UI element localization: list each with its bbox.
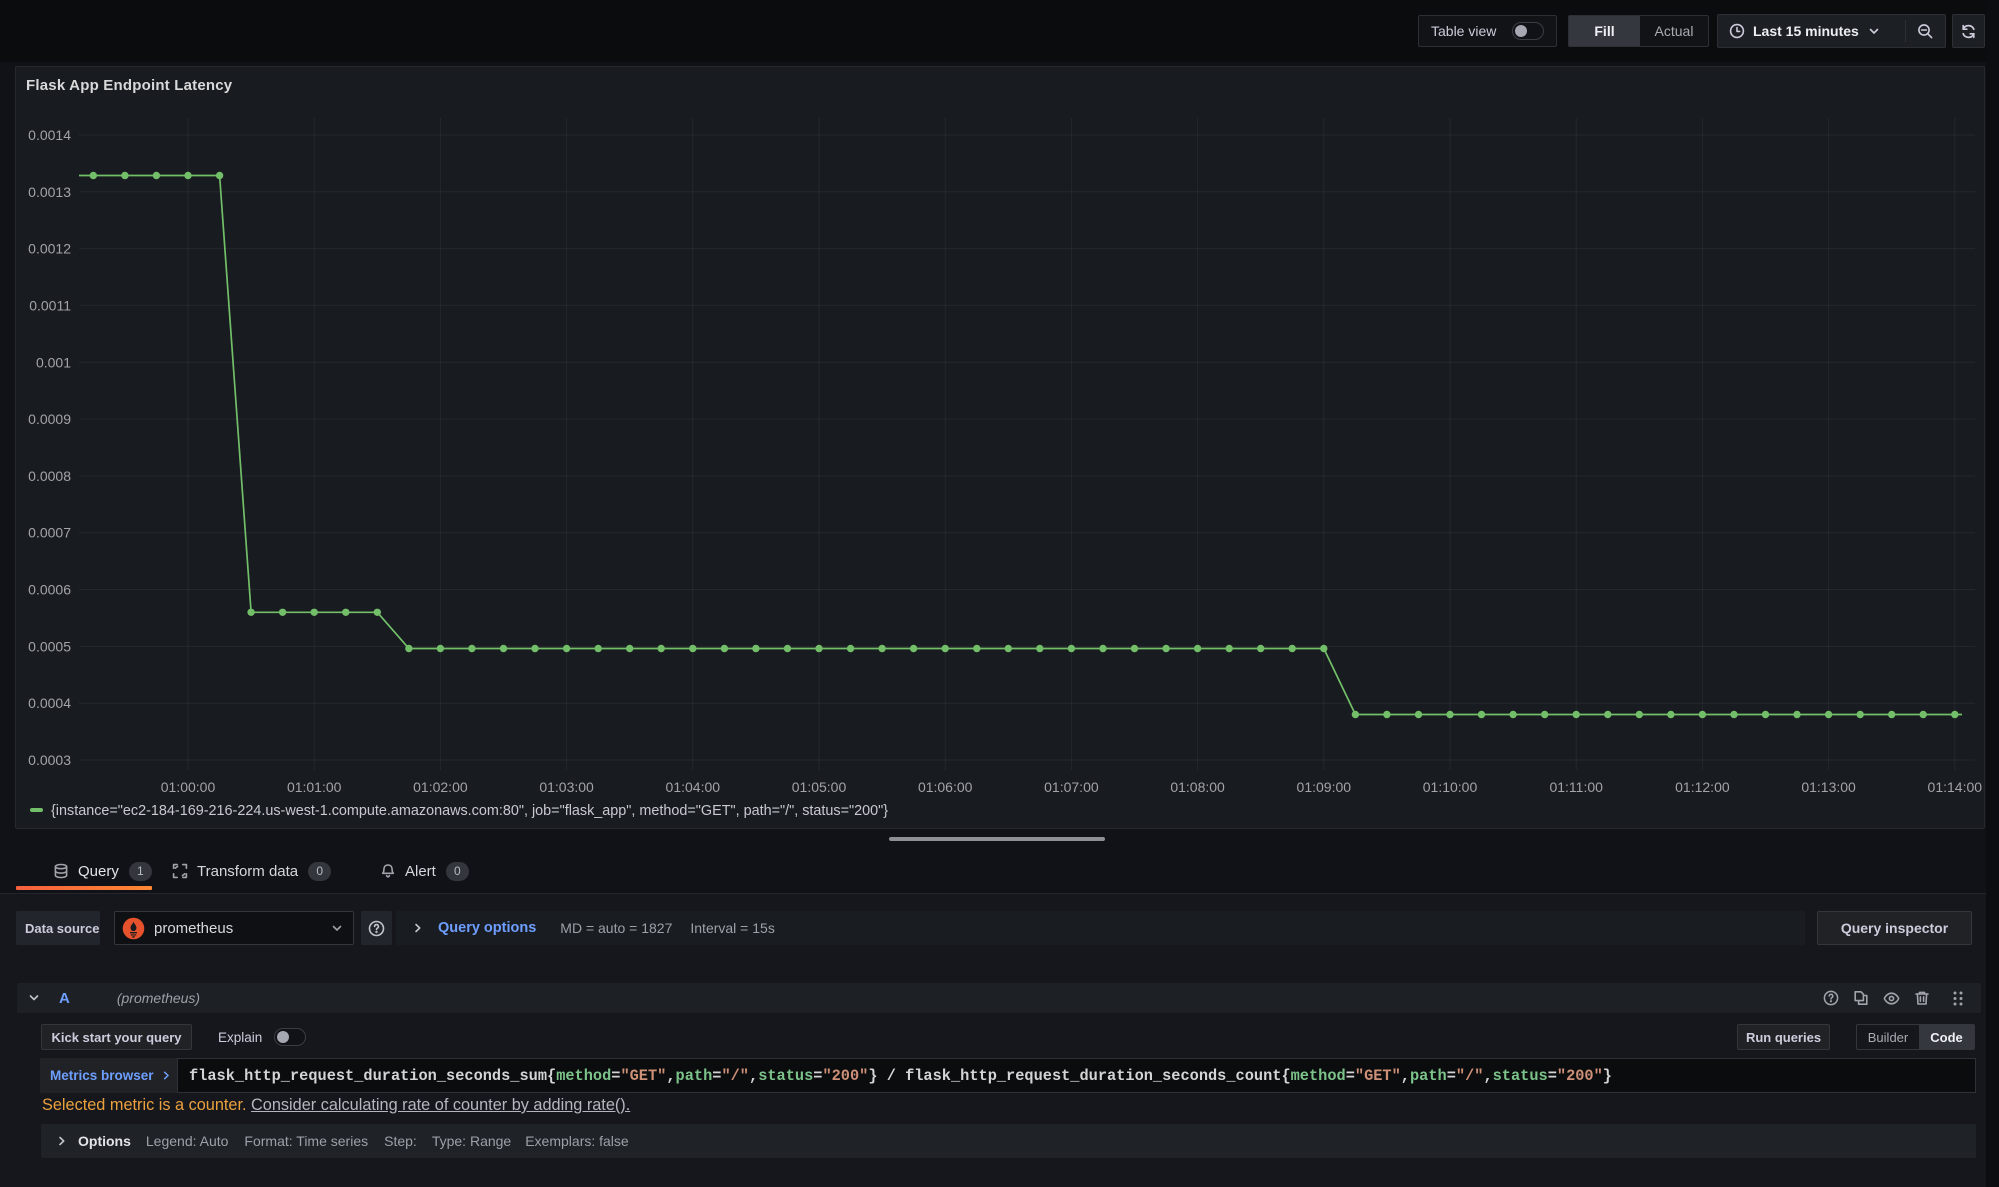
- svg-text:01:06:00: 01:06:00: [918, 779, 973, 795]
- svg-text:0.0011: 0.0011: [29, 297, 71, 313]
- svg-text:0.0012: 0.0012: [28, 241, 71, 257]
- svg-text:01:05:00: 01:05:00: [792, 779, 847, 795]
- svg-text:0.0003: 0.0003: [28, 752, 71, 768]
- svg-text:01:09:00: 01:09:00: [1297, 779, 1352, 795]
- svg-text:0.001: 0.001: [36, 354, 71, 370]
- svg-text:01:08:00: 01:08:00: [1170, 779, 1225, 795]
- svg-text:01:11:00: 01:11:00: [1549, 779, 1603, 795]
- svg-text:01:14:00: 01:14:00: [1928, 779, 1983, 795]
- svg-text:01:07:00: 01:07:00: [1044, 779, 1099, 795]
- svg-text:01:02:00: 01:02:00: [413, 779, 468, 795]
- svg-text:01:01:00: 01:01:00: [287, 779, 342, 795]
- svg-text:0.0009: 0.0009: [28, 411, 71, 427]
- svg-text:0.0005: 0.0005: [28, 638, 71, 654]
- svg-text:0.0004: 0.0004: [28, 695, 71, 711]
- svg-text:0.0014: 0.0014: [28, 127, 71, 143]
- svg-text:01:13:00: 01:13:00: [1801, 779, 1856, 795]
- svg-text:01:12:00: 01:12:00: [1675, 779, 1730, 795]
- svg-text:0.0008: 0.0008: [28, 468, 71, 484]
- svg-text:0.0007: 0.0007: [28, 525, 71, 541]
- svg-text:0.0006: 0.0006: [28, 582, 71, 598]
- svg-text:01:03:00: 01:03:00: [539, 779, 594, 795]
- svg-text:01:00:00: 01:00:00: [161, 779, 216, 795]
- svg-text:01:10:00: 01:10:00: [1423, 779, 1478, 795]
- svg-text:01:04:00: 01:04:00: [666, 779, 721, 795]
- svg-text:0.0013: 0.0013: [28, 184, 71, 200]
